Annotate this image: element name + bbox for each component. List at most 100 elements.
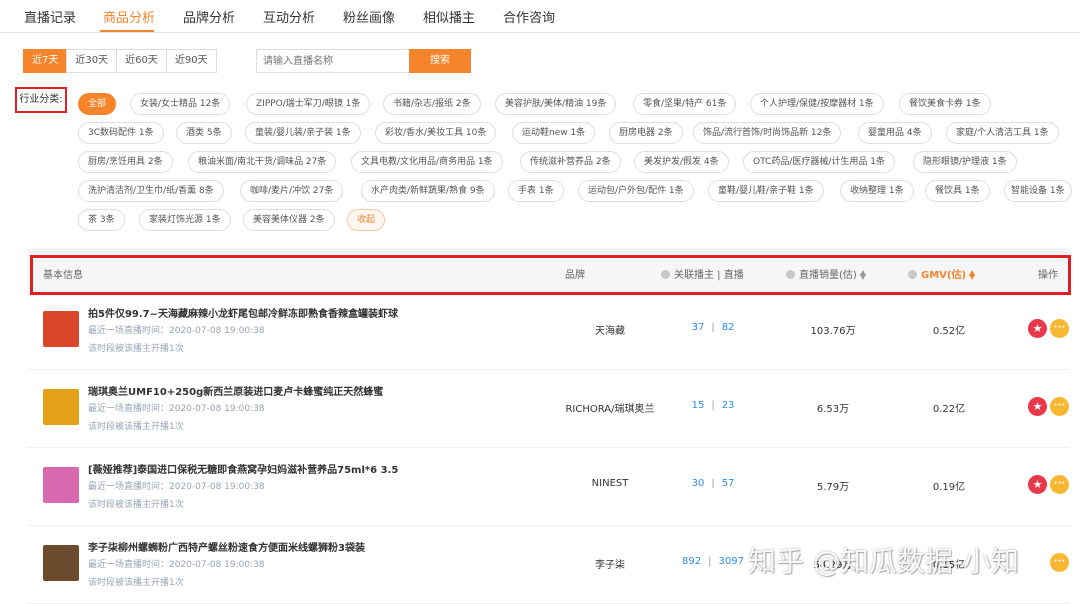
category-tag[interactable]: 美容护肤/美体/精油 19条 (495, 93, 617, 115)
more-icon[interactable]: ··· (1050, 319, 1069, 338)
category-tag[interactable]: OTC药品/医疗器械/计生用品 1条 (743, 151, 895, 173)
brand-cell: 天海藏 (595, 326, 625, 337)
tab-brand-analysis[interactable]: 品牌分析 (183, 7, 235, 26)
category-tag[interactable]: 洗护清洁剂/卫生巾/纸/香薰 8条 (78, 180, 224, 202)
period-note: 该时段被该播主开播1次 (88, 344, 184, 354)
category-tag[interactable]: 厨房/烹饪用具 2条 (78, 151, 173, 173)
sort-icon[interactable]: ▲ ▼ (860, 269, 866, 281)
more-icon[interactable]: ··· (1050, 475, 1069, 494)
category-tag[interactable]: 彩妆/香水/美妆工具 10条 (375, 122, 497, 144)
last-live-time: 最近一场直播时间：2020-07-08 19:00:38 (88, 326, 265, 336)
info-icon (661, 270, 670, 279)
category-tag[interactable]: 家装灯饰光源 1条 (139, 209, 231, 231)
category-tag[interactable]: 厨房电器 2条 (609, 122, 683, 144)
category-tag[interactable]: 收纳整理 1条 (840, 180, 914, 202)
category-tag[interactable]: 文具电教/文化用品/商务用品 1条 (351, 151, 503, 173)
top-nav: 直播记录 商品分析 品牌分析 互动分析 粉丝画像 相似播主 合作咨询 (0, 0, 1080, 33)
category-tag[interactable]: 水产肉类/新鲜蔬果/熟食 9条 (361, 180, 495, 202)
active-tab-indicator (100, 30, 154, 32)
category-tag[interactable]: 餐饮美食卡券 1条 (899, 93, 991, 115)
product-thumbnail[interactable] (43, 467, 79, 503)
live-count-link[interactable]: 23 (722, 400, 735, 411)
category-tag[interactable]: 童鞋/婴儿鞋/亲子鞋 1条 (708, 180, 824, 202)
tab-live-records[interactable]: 直播记录 (24, 7, 76, 26)
category-tag[interactable]: 零食/坚果/特产 61条 (633, 93, 737, 115)
search-input[interactable] (256, 49, 412, 73)
range-30d-button[interactable]: 近30天 (66, 49, 118, 73)
brand-cell: NINEST (591, 478, 629, 489)
category-tag[interactable]: 粮油米面/南北干货/调味品 27条 (188, 151, 337, 173)
table-row: 瑞琪奥兰UMF10+250g新西兰原装进口麦卢卡蜂蜜纯正天然蜂蜜 最近一场直播时… (27, 369, 1070, 448)
search-button[interactable]: 搜索 (409, 49, 471, 73)
product-title[interactable]: 瑞琪奥兰UMF10+250g新西兰原装进口麦卢卡蜂蜜纯正天然蜂蜜 (88, 383, 383, 398)
category-tag[interactable]: 酒类 5条 (176, 122, 232, 144)
product-title[interactable]: 拍5件仅99.7~天海藏麻辣小龙虾尾包邮冷鲜冻即熟食香辣盒罐装虾球 (88, 305, 398, 320)
favorite-star-icon[interactable]: ★ (1028, 397, 1047, 416)
header-gmv[interactable]: GMV(估) ▲ ▼ (908, 266, 975, 281)
anchor-count-link[interactable]: 37 (692, 322, 705, 333)
anchors-cell: 15 | 23 (691, 400, 735, 411)
live-count-link[interactable]: 57 (722, 478, 735, 489)
category-tag[interactable]: 运动包/户外包/配件 1条 (578, 180, 694, 202)
info-icon (786, 270, 795, 279)
tab-similar-anchors[interactable]: 相似播主 (423, 7, 475, 26)
favorite-star-icon[interactable]: ★ (1028, 475, 1047, 494)
category-tag[interactable]: 运动鞋new 1条 (512, 122, 596, 144)
sort-icon[interactable]: ▲ ▼ (969, 269, 975, 281)
product-thumbnail[interactable] (43, 389, 79, 425)
header-action: 操作 (1038, 270, 1058, 281)
category-tag[interactable]: 婴童用品 4条 (858, 122, 932, 144)
category-tag[interactable]: ZIPPO/瑞士军刀/眼镜 1条 (246, 93, 371, 115)
category-tag[interactable]: 智能设备 1条 (1004, 180, 1072, 202)
anchor-count-link[interactable]: 30 (692, 478, 705, 489)
category-tag[interactable]: 全部 (78, 93, 117, 115)
product-title[interactable]: 李子柒柳州螺蛳粉广西特产螺丝粉速食方便面米线螺狮粉3袋装 (88, 539, 365, 554)
category-tag[interactable]: 茶 3条 (78, 209, 125, 231)
category-tag[interactable]: 饰品/流行首饰/时尚饰品新 12条 (693, 122, 842, 144)
product-title[interactable]: [薇娅推荐]泰国进口保税无糖即食燕窝孕妇妈滋补营养品75ml*6 3.5 (88, 461, 398, 476)
category-tag[interactable]: 隐形眼镜/护理液 1条 (913, 151, 1017, 173)
category-tag[interactable]: 个人护理/保健/按摩器材 1条 (750, 93, 884, 115)
category-tag[interactable]: 手表 1条 (508, 180, 564, 202)
category-tag[interactable]: 传统滋补营养品 2条 (520, 151, 621, 173)
header-sales-label: 直播销量(估) (799, 270, 857, 281)
header-gmv-label: GMV(估) (921, 270, 967, 281)
more-icon[interactable]: ··· (1050, 397, 1069, 416)
anchor-count-link[interactable]: 15 (692, 400, 705, 411)
header-sales[interactable]: 直播销量(估) ▲ ▼ (786, 266, 866, 281)
category-tag[interactable]: 美容美体仪器 2条 (243, 209, 335, 231)
tab-interaction-analysis[interactable]: 互动分析 (263, 7, 315, 26)
favorite-star-icon[interactable]: ★ (1028, 319, 1047, 338)
header-brand: 品牌 (565, 270, 585, 281)
range-60d-button[interactable]: 近60天 (116, 49, 167, 73)
category-tag[interactable]: 家庭/个人清洁工具 1条 (946, 122, 1059, 144)
collapse-button[interactable]: 收起 (347, 209, 386, 231)
header-basic-info: 基本信息 (43, 270, 83, 281)
gmv-cell: 0.52亿 (932, 326, 966, 337)
live-count-link[interactable]: 3097 (719, 556, 744, 567)
more-icon[interactable]: ··· (1050, 553, 1069, 572)
category-tag[interactable]: 咖啡/麦片/冲饮 27条 (240, 180, 344, 202)
category-tag[interactable]: 女装/女士精品 12条 (130, 93, 231, 115)
range-7d-button[interactable]: 近7天 (23, 49, 68, 73)
brand-cell: 李子柒 (595, 560, 625, 571)
last-live-time: 最近一场直播时间：2020-07-08 19:00:38 (88, 560, 265, 570)
last-live-time: 最近一场直播时间：2020-07-08 19:00:38 (88, 482, 265, 492)
tab-product-analysis[interactable]: 商品分析 (103, 7, 155, 26)
product-thumbnail[interactable] (43, 311, 79, 347)
category-tag[interactable]: 童装/婴儿装/亲子装 1条 (245, 122, 361, 144)
product-thumbnail[interactable] (43, 545, 79, 581)
category-tag[interactable]: 美发护发/假发 4条 (634, 151, 729, 173)
table-row: [薇娅推荐]泰国进口保税无糖即食燕窝孕妇妈滋补营养品75ml*6 3.5 最近一… (27, 447, 1070, 526)
category-tag[interactable]: 3C数码配件 1条 (78, 122, 164, 144)
tab-fan-profile[interactable]: 粉丝画像 (343, 7, 395, 26)
sales-cell: 5.79万 (816, 482, 850, 493)
category-tag[interactable]: 书籍/杂志/报纸 2条 (383, 93, 481, 115)
category-tag[interactable]: 餐饮具 1条 (925, 180, 990, 202)
watermark-text: 知乎 @知瓜数据-小知 (748, 545, 1020, 578)
tab-cooperation[interactable]: 合作咨询 (503, 7, 555, 26)
category-label: 行业分类: (15, 87, 67, 113)
live-count-link[interactable]: 82 (722, 322, 735, 333)
anchor-count-link[interactable]: 892 (682, 556, 701, 567)
range-90d-button[interactable]: 近90天 (165, 49, 217, 73)
